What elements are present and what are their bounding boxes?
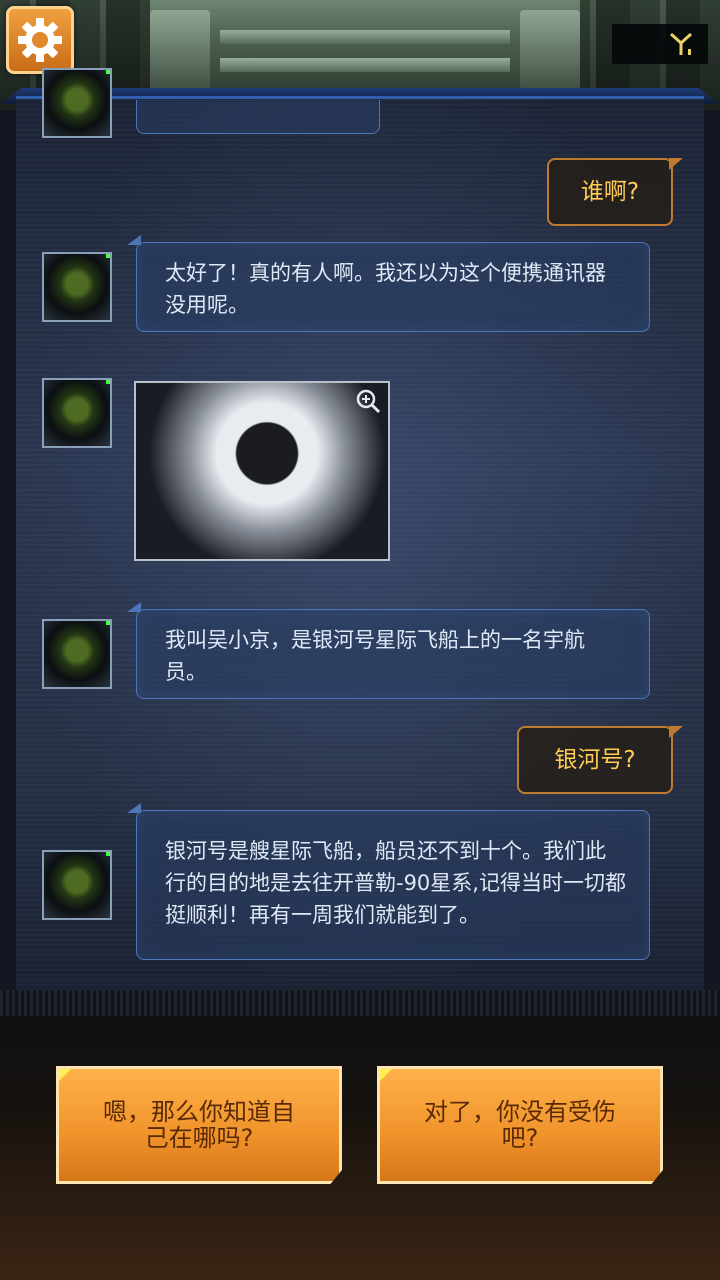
npc-avatar	[42, 850, 112, 920]
npc-bubble-line: 员。	[165, 660, 207, 684]
npc-avatar	[42, 252, 112, 322]
settings-button[interactable]	[6, 6, 74, 74]
choice-label-line: 己在哪吗?	[144, 1124, 254, 1152]
npc-avatar	[42, 68, 112, 138]
npc-bubble-line: 太好了！真的有人啊。我还以为这个便携通讯器	[165, 261, 606, 285]
npc-bubble-line: 没用呢。	[165, 293, 249, 317]
chat-bubble-partial	[136, 100, 380, 134]
player-bubble-text: 银河号?	[554, 747, 636, 773]
npc-bubble: 银河号是艘星际飞船，船员还不到十个。我们此 行的目的地是去往开普勒-90星系,记…	[127, 803, 650, 960]
npc-avatar	[42, 619, 112, 689]
hatch-bar	[220, 30, 510, 44]
choice-button-1[interactable]: 嗯，那么你知道自 己在哪吗?	[56, 1066, 342, 1184]
npc-bubble: 我叫吴小京，是银河号星际飞船上的一名宇航 员。	[127, 602, 650, 699]
corner-marker	[59, 1069, 71, 1081]
corner-marker	[380, 1069, 392, 1081]
signal-indicator	[612, 24, 708, 64]
astronaut-photo[interactable]	[134, 381, 390, 561]
npc-bubble-line: 行的目的地是去往开普勒-90星系,记得当时一切都	[165, 871, 626, 895]
npc-avatar	[42, 378, 112, 448]
choice-label-line: 对了，你没有受伤	[424, 1098, 616, 1126]
player-bubble-text: 谁啊?	[580, 179, 640, 205]
player-bubble: 银河号?	[517, 726, 683, 794]
choice-button-2[interactable]: 对了，你没有受伤 吧?	[377, 1066, 663, 1184]
player-bubble: 谁啊?	[547, 158, 683, 226]
zoom-in-icon[interactable]	[354, 387, 382, 415]
hatch-bar	[220, 58, 510, 72]
choice-label-line: 嗯，那么你知道自	[103, 1098, 295, 1126]
npc-bubble-line: 挺顺利！再有一周我们就能到了。	[165, 903, 480, 927]
npc-bubble-line: 我叫吴小京，是银河号星际飞船上的一名宇航	[165, 628, 585, 652]
choice-label: 嗯，那么你知道自 己在哪吗?	[103, 1099, 295, 1151]
gear-icon	[18, 18, 62, 62]
antenna-signal-icon	[669, 32, 693, 55]
npc-bubble: 太好了！真的有人啊。我还以为这个便携通讯器 没用呢。	[127, 235, 650, 332]
hatch-panel	[150, 0, 580, 100]
choice-label: 对了，你没有受伤 吧?	[424, 1099, 616, 1151]
choice-label-line: 吧?	[501, 1124, 539, 1152]
npc-bubble-line: 银河号是艘星际飞船，船员还不到十个。我们此	[165, 839, 606, 863]
